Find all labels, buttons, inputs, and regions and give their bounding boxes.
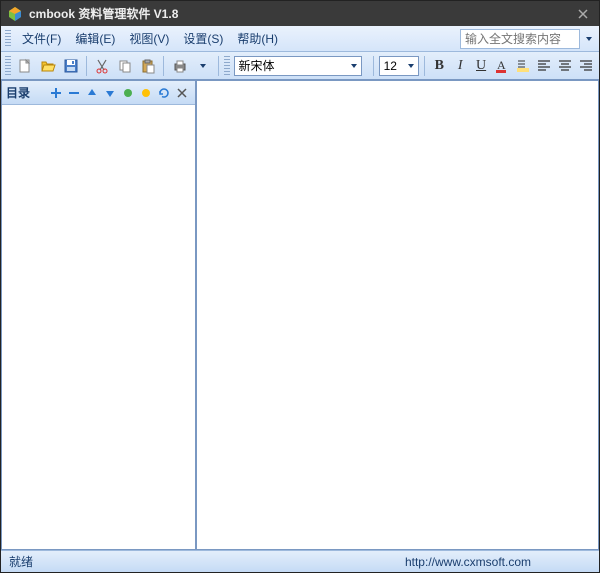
- bold-button[interactable]: B: [430, 56, 449, 76]
- close-button[interactable]: [573, 5, 593, 23]
- align-right-button[interactable]: [576, 56, 595, 76]
- move-down-button[interactable]: [102, 85, 118, 101]
- toolbar-grip: [5, 56, 11, 76]
- align-center-button[interactable]: [555, 56, 574, 76]
- new-button[interactable]: [15, 55, 36, 77]
- search-input[interactable]: [461, 32, 579, 46]
- toolbar-grip2: [224, 56, 230, 76]
- statusbar: 就绪 http://www.cxmsoft.com: [1, 550, 599, 572]
- highlight-button[interactable]: [513, 56, 532, 76]
- font-color-button[interactable]: A: [493, 56, 512, 76]
- copy-button[interactable]: [115, 55, 136, 77]
- add-node-button[interactable]: [48, 85, 64, 101]
- menu-file[interactable]: 文件(F): [15, 27, 68, 50]
- content-area: 目录: [1, 80, 599, 550]
- menu-edit[interactable]: 编辑(E): [68, 27, 122, 50]
- delete-button[interactable]: [174, 85, 190, 101]
- italic-button[interactable]: I: [451, 56, 470, 76]
- menu-help[interactable]: 帮助(H): [230, 27, 285, 50]
- search-box[interactable]: [460, 29, 580, 49]
- node-green-button[interactable]: [120, 85, 136, 101]
- paste-button[interactable]: [138, 55, 159, 77]
- tree-view[interactable]: [2, 105, 195, 549]
- chevron-down-icon: [408, 64, 414, 68]
- menubar-grip: [5, 30, 11, 48]
- search-dropdown[interactable]: [583, 33, 595, 45]
- titlebar: cmbook 资料管理软件 V1.8: [1, 1, 599, 26]
- sidebar: 目录: [2, 81, 197, 549]
- node-yellow-button[interactable]: [138, 85, 154, 101]
- font-name-value: 新宋体: [239, 57, 275, 74]
- editor-area[interactable]: [197, 81, 598, 549]
- open-button[interactable]: [37, 55, 58, 77]
- move-up-button[interactable]: [84, 85, 100, 101]
- refresh-button[interactable]: [156, 85, 172, 101]
- toolbar: 新宋体 12 B I U A: [1, 52, 599, 80]
- menu-view[interactable]: 视图(V): [122, 27, 176, 50]
- menubar: 文件(F) 编辑(E) 视图(V) 设置(S) 帮助(H): [1, 26, 599, 52]
- save-button[interactable]: [60, 55, 81, 77]
- font-name-select[interactable]: 新宋体: [234, 56, 362, 76]
- sidebar-title: 目录: [6, 84, 30, 101]
- print-dropdown[interactable]: [192, 55, 213, 77]
- menu-settings[interactable]: 设置(S): [176, 27, 230, 50]
- underline-button[interactable]: U: [472, 56, 491, 76]
- sidebar-header: 目录: [2, 81, 195, 105]
- status-text: 就绪: [9, 553, 33, 570]
- status-url: http://www.cxmsoft.com: [405, 555, 531, 569]
- app-logo-icon: [7, 6, 23, 22]
- chevron-down-icon: [351, 64, 357, 68]
- remove-node-button[interactable]: [66, 85, 82, 101]
- font-size-select[interactable]: 12: [379, 56, 419, 76]
- svg-text:A: A: [497, 58, 506, 72]
- window-title: cmbook 资料管理软件 V1.8: [29, 5, 573, 22]
- print-button[interactable]: [169, 55, 190, 77]
- align-left-button[interactable]: [534, 56, 553, 76]
- app-window: cmbook 资料管理软件 V1.8 文件(F) 编辑(E) 视图(V) 设置(…: [0, 0, 600, 573]
- cut-button[interactable]: [92, 55, 113, 77]
- font-size-value: 12: [384, 59, 397, 73]
